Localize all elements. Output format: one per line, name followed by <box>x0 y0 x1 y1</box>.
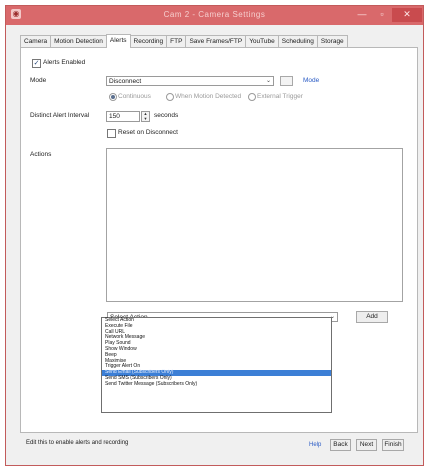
add-action-button[interactable]: Add <box>356 311 388 323</box>
close-icon[interactable]: ✕ <box>392 8 422 22</box>
alerts-enabled-checkbox[interactable]: ✓ <box>32 59 41 68</box>
title-bar[interactable]: ◉ Cam 2 - Camera Settings — ▫ ✕ <box>6 6 423 25</box>
maximize-icon[interactable]: ▫ <box>372 8 392 22</box>
action-option-send-twitter[interactable]: Send Twitter Message (Subscribers Only) <box>102 381 331 388</box>
alerts-enabled-label: Alerts Enabled <box>43 59 86 66</box>
mode-select-value: Disconnect <box>109 78 142 85</box>
radio-continuous-label: Continuous <box>118 93 151 100</box>
radio-external-trigger[interactable] <box>248 93 256 101</box>
interval-input[interactable]: 150 <box>106 111 140 122</box>
actions-list[interactable] <box>106 148 403 302</box>
mode-link[interactable]: Mode <box>303 77 319 84</box>
tab-alerts[interactable]: Alerts <box>105 34 131 48</box>
interval-label: Distinct Alert Interval <box>30 112 90 119</box>
next-button[interactable]: Next <box>356 439 377 451</box>
reset-on-disconnect-label: Reset on Disconnect <box>118 129 178 136</box>
mode-label: Mode <box>30 77 47 84</box>
tab-strip: Camera Motion Detection Alerts Recording FTP… <box>20 34 348 48</box>
radio-external-trigger-label: External Trigger <box>257 93 303 100</box>
actions-label: Actions <box>30 151 52 158</box>
mode-select[interactable]: Disconnect ⌄ <box>106 76 274 86</box>
interval-stepper[interactable]: ▲ ▼ <box>141 111 150 122</box>
radio-motion-detected[interactable] <box>166 93 174 101</box>
mode-settings-button[interactable] <box>280 76 293 86</box>
interval-unit: seconds <box>154 112 179 119</box>
radio-continuous[interactable] <box>109 93 117 101</box>
status-text: Edit this to enable alerts and recording <box>26 440 129 446</box>
reset-on-disconnect-checkbox[interactable] <box>107 129 116 138</box>
help-link[interactable]: Help <box>309 442 321 448</box>
action-dropdown-list[interactable]: Select Action Execute File Call URL Netw… <box>101 317 332 413</box>
radio-motion-detected-label: When Motion Detected <box>175 93 242 100</box>
chevron-down-icon: ⌄ <box>265 78 271 84</box>
back-button[interactable]: Back <box>330 439 351 451</box>
finish-button[interactable]: Finish <box>382 439 404 451</box>
minimize-icon[interactable]: — <box>352 8 372 22</box>
